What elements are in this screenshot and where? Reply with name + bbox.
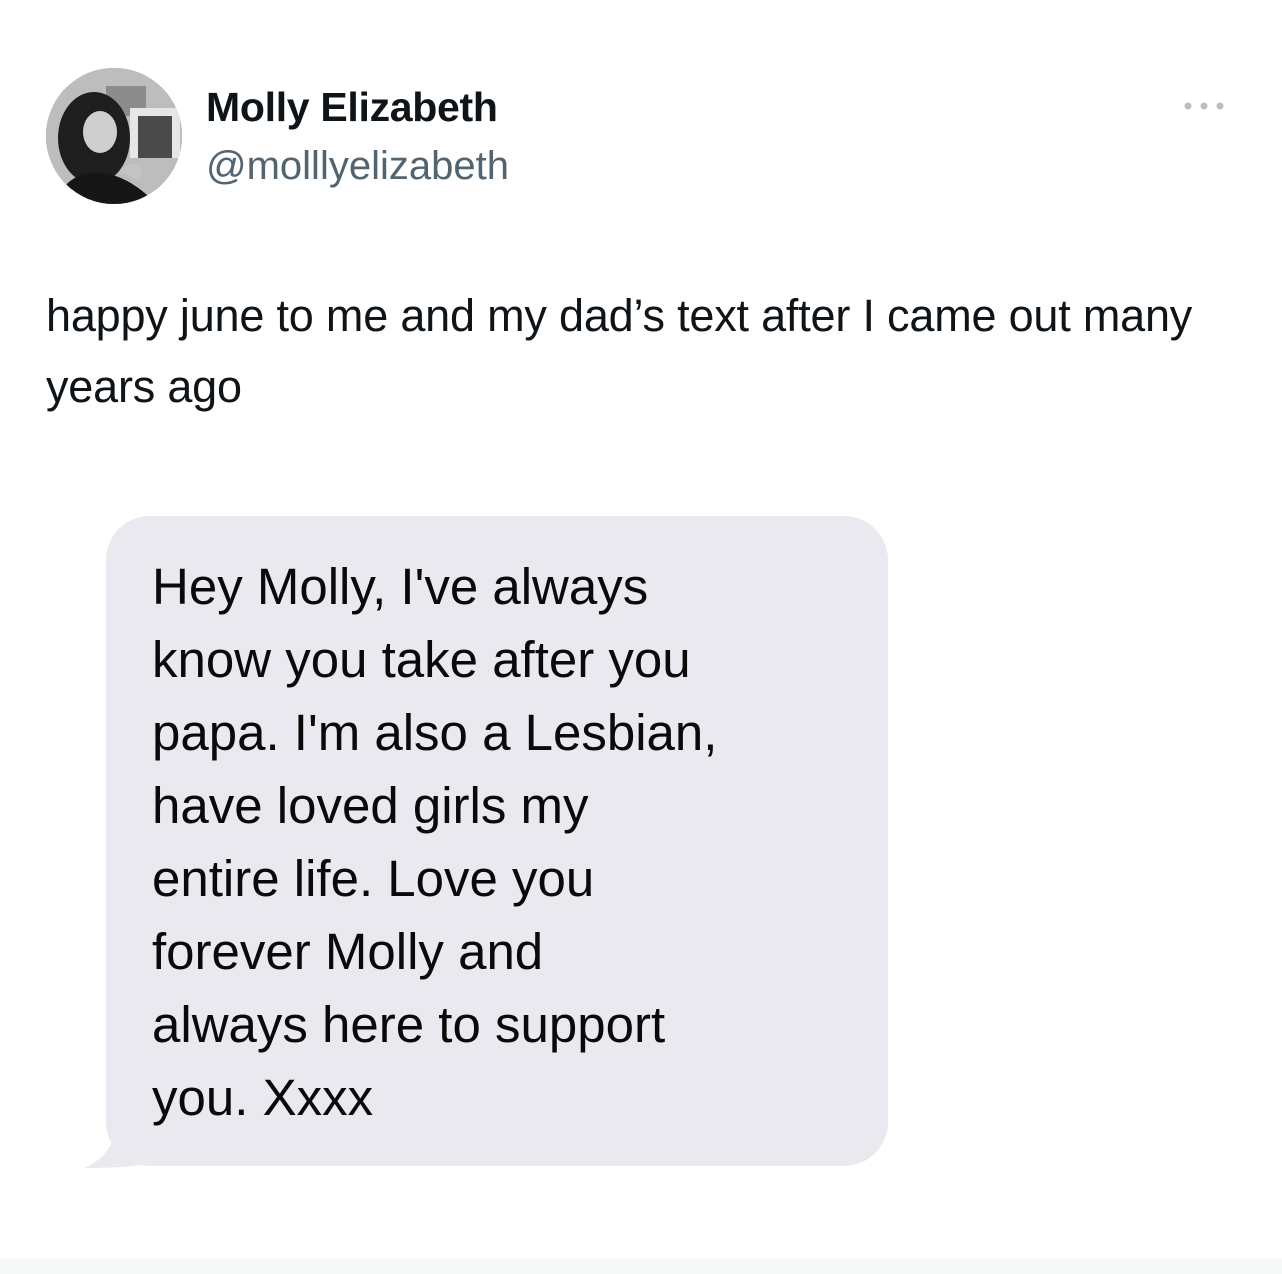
author-handle[interactable]: @molllyelizabeth — [206, 144, 509, 189]
tweet-media[interactable]: Hey Molly, I've always know you take aft… — [84, 516, 894, 1176]
divider — [0, 1258, 1282, 1274]
author-name[interactable]: Molly Elizabeth — [206, 84, 498, 131]
message-text: Hey Molly, I've always know you take aft… — [152, 558, 718, 1126]
profile-photo-icon — [46, 68, 182, 204]
tweet-header: Molly Elizabeth @molllyelizabeth — [46, 68, 1236, 208]
more-dots-icon — [1184, 102, 1224, 110]
avatar[interactable] — [46, 68, 182, 204]
more-options-button[interactable] — [1182, 96, 1226, 116]
tweet-text: happy june to me and my dad’s text after… — [46, 290, 1193, 412]
